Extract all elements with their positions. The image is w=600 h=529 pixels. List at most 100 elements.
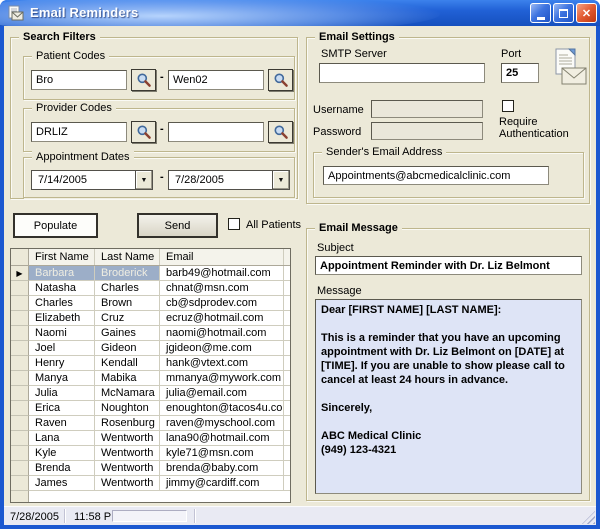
cell-first-name[interactable]: Raven [29,416,95,431]
cell-last-name[interactable]: Rosenburg [95,416,160,431]
table-row[interactable]: JuliaMcNamarajulia@email.com [11,386,290,401]
row-selector[interactable] [11,476,29,491]
cell-first-name[interactable]: Barbara [29,266,95,281]
chevron-down-icon[interactable]: ▼ [135,171,152,189]
cell-last-name[interactable]: Cruz [95,311,160,326]
cell-first-name[interactable]: Joel [29,341,95,356]
title-bar[interactable]: Email Reminders ✕ [0,0,600,26]
patient-code-from-lookup-button[interactable] [131,69,156,91]
row-selector[interactable] [11,416,29,431]
row-selector[interactable] [11,341,29,356]
cell-last-name[interactable]: Wentworth [95,446,160,461]
cell-email-name[interactable]: brenda@baby.com [160,461,284,476]
table-row[interactable]: BrendaWentworthbrenda@baby.com [11,461,290,476]
row-selector[interactable] [11,446,29,461]
sender-email-input[interactable] [323,166,549,185]
cell-last-name[interactable]: Brown [95,296,160,311]
table-row[interactable]: ElizabethCruzecruz@hotmail.com [11,311,290,326]
column-header-first-name[interactable]: First Name [29,249,95,265]
table-row[interactable]: NatashaCharleschnat@msn.com [11,281,290,296]
cell-last-name[interactable]: Wentworth [95,431,160,446]
provider-code-from-lookup-button[interactable] [131,121,156,143]
cell-email-name[interactable]: lana90@hotmail.com [160,431,284,446]
row-selector[interactable] [11,401,29,416]
cell-first-name[interactable]: Charles [29,296,95,311]
column-header-last-name[interactable]: Last Name [95,249,160,265]
cell-email-name[interactable]: naomi@hotmail.com [160,326,284,341]
cell-first-name[interactable]: Elizabeth [29,311,95,326]
cell-last-name[interactable]: McNamara [95,386,160,401]
table-row[interactable]: NaomiGainesnaomi@hotmail.com [11,326,290,341]
smtp-server-input[interactable] [319,63,485,83]
cell-first-name[interactable]: Manya [29,371,95,386]
send-button[interactable]: Send [137,213,218,238]
cell-email-name[interactable]: mmanya@mywork.com [160,371,284,386]
table-row[interactable]: EricaNoughtonenoughton@tacos4u.com [11,401,290,416]
table-row[interactable]: HenryKendallhank@vtext.com [11,356,290,371]
row-selector[interactable] [11,356,29,371]
cell-email-name[interactable]: jgideon@me.com [160,341,284,356]
cell-email-name[interactable]: barb49@hotmail.com [160,266,284,281]
provider-code-from-input[interactable] [31,122,127,142]
message-textarea[interactable]: Dear [FIRST NAME] [LAST NAME]: This is a… [315,299,582,494]
cell-last-name[interactable]: Wentworth [95,476,160,491]
cell-email-name[interactable]: kyle71@msn.com [160,446,284,461]
cell-first-name[interactable]: Kyle [29,446,95,461]
cell-last-name[interactable]: Noughton [95,401,160,416]
cell-first-name[interactable]: Henry [29,356,95,371]
close-button[interactable]: ✕ [576,3,597,23]
cell-last-name[interactable]: Kendall [95,356,160,371]
cell-email-name[interactable]: julia@email.com [160,386,284,401]
cell-first-name[interactable]: Brenda [29,461,95,476]
cell-last-name[interactable]: Gaines [95,326,160,341]
provider-code-to-lookup-button[interactable] [268,121,293,143]
maximize-button[interactable] [553,3,574,23]
cell-last-name[interactable]: Mabika [95,371,160,386]
cell-first-name[interactable]: Erica [29,401,95,416]
row-selector[interactable] [11,461,29,476]
minimize-button[interactable] [530,3,551,23]
date-to-dropdown[interactable]: 7/28/2005 ▼ [168,170,290,190]
populate-button[interactable]: Populate [13,213,98,238]
row-selector[interactable] [11,431,29,446]
cell-email-name[interactable]: chnat@msn.com [160,281,284,296]
row-selector[interactable] [11,386,29,401]
row-selector[interactable] [11,296,29,311]
cell-email-name[interactable]: cb@sdprodev.com [160,296,284,311]
cell-last-name[interactable]: Broderick [95,266,160,281]
resize-grip[interactable] [582,511,595,524]
cell-first-name[interactable]: Julia [29,386,95,401]
date-from-dropdown[interactable]: 7/14/2005 ▼ [31,170,153,190]
subject-input[interactable] [315,256,582,275]
row-selector[interactable] [11,281,29,296]
row-selector[interactable] [11,311,29,326]
patient-code-from-input[interactable] [31,70,127,90]
cell-email-name[interactable]: hank@vtext.com [160,356,284,371]
mail-app-icon[interactable] [8,5,24,21]
cell-last-name[interactable]: Wentworth [95,461,160,476]
table-row[interactable]: JoelGideonjgideon@me.com [11,341,290,356]
table-row[interactable]: JamesWentworthjimmy@cardiff.com [11,476,290,491]
table-row[interactable]: ManyaMabikammanya@mywork.com [11,371,290,386]
require-authentication-checkbox[interactable] [502,100,514,112]
port-input[interactable] [501,63,539,83]
cell-first-name[interactable]: Naomi [29,326,95,341]
all-patients-checkbox[interactable] [228,218,240,230]
cell-email-name[interactable]: enoughton@tacos4u.com [160,401,284,416]
patient-code-to-lookup-button[interactable] [268,69,293,91]
cell-first-name[interactable]: Lana [29,431,95,446]
row-selector[interactable] [11,326,29,341]
table-row[interactable]: LanaWentworthlana90@hotmail.com [11,431,290,446]
cell-last-name[interactable]: Gideon [95,341,160,356]
cell-last-name[interactable]: Charles [95,281,160,296]
row-selector[interactable]: ▶ [11,266,29,281]
provider-code-to-input[interactable] [168,122,264,142]
table-row[interactable]: CharlesBrowncb@sdprodev.com [11,296,290,311]
table-row[interactable]: ▶BarbaraBroderickbarb49@hotmail.com [11,266,290,281]
cell-first-name[interactable]: Natasha [29,281,95,296]
cell-first-name[interactable]: James [29,476,95,491]
patient-code-to-input[interactable] [168,70,264,90]
column-header-email[interactable]: Email [160,249,284,265]
cell-email-name[interactable]: jimmy@cardiff.com [160,476,284,491]
cell-email-name[interactable]: raven@myschool.com [160,416,284,431]
